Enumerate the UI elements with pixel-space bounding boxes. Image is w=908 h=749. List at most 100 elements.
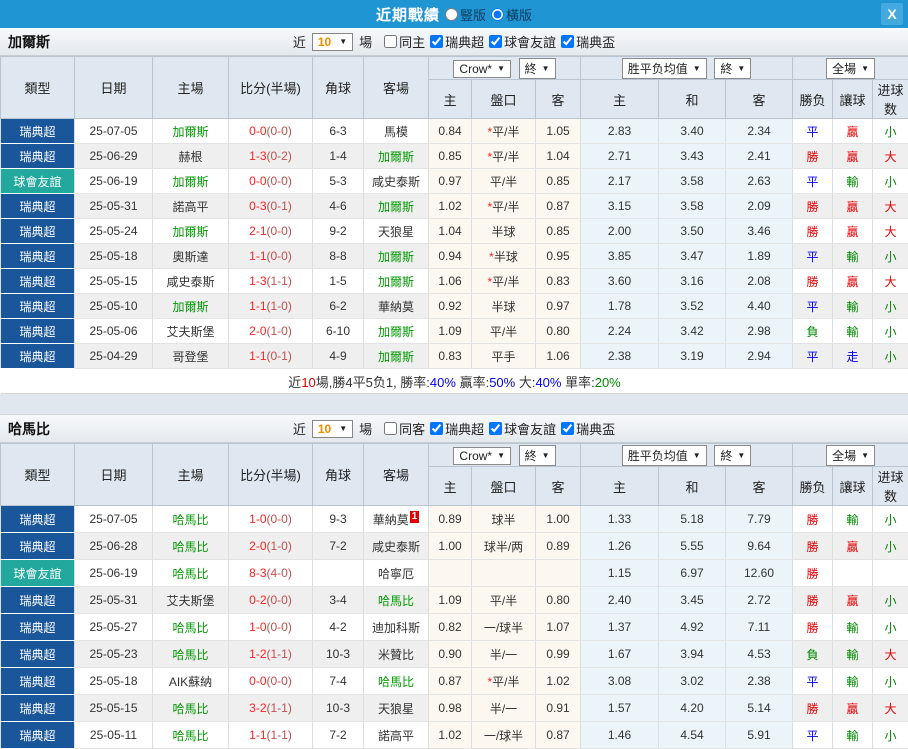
corner-score: 6-3 bbox=[312, 118, 364, 144]
match-count-select-2[interactable]: 10 ▼ bbox=[311, 419, 354, 438]
chevron-down-icon: ▼ bbox=[861, 450, 869, 460]
avg-draw: 3.58 bbox=[658, 193, 726, 219]
col-type: 類型 bbox=[0, 443, 75, 506]
handicap-result: 贏 bbox=[832, 586, 874, 614]
match-score: 1-3(1-1) bbox=[228, 268, 313, 294]
avg-draw: 3.58 bbox=[658, 168, 726, 194]
handicap-result: 贏 bbox=[832, 193, 874, 219]
horizontal-layout-radio[interactable] bbox=[491, 7, 504, 21]
league-badge: 瑞典超 bbox=[0, 293, 75, 319]
avg-away: 2.63 bbox=[724, 168, 794, 194]
col-corner: 角球 bbox=[312, 56, 364, 119]
team2-filters: 近 10 ▼ 場 同客 瑞典超 球會友誼 瑞典盃 bbox=[293, 419, 615, 438]
odds-away: 1.04 bbox=[535, 143, 581, 169]
goals-result: 大 bbox=[872, 640, 908, 668]
same-away-filter[interactable]: 同客 bbox=[380, 419, 425, 438]
corner-score: 4-2 bbox=[312, 613, 364, 641]
mean-time-select-2[interactable]: 終 ▼ bbox=[714, 444, 752, 466]
same-away-checkbox[interactable] bbox=[384, 422, 398, 435]
league-filter-cup-2[interactable]: 瑞典盃 bbox=[557, 419, 615, 438]
scope-select[interactable]: 全場 ▼ bbox=[826, 57, 875, 79]
match-count-select[interactable]: 10 ▼ bbox=[311, 32, 354, 51]
bookmaker-select[interactable]: Crow* ▼ bbox=[453, 59, 512, 78]
cup-checkbox[interactable] bbox=[561, 35, 575, 48]
league-filter-friendly-2[interactable]: 球會友誼 bbox=[485, 419, 556, 438]
star-icon: * bbox=[487, 124, 493, 139]
odds-home: 0.84 bbox=[428, 118, 472, 144]
avg-draw: 3.52 bbox=[658, 293, 726, 319]
league-filter-friendly[interactable]: 球會友誼 bbox=[485, 32, 556, 51]
odds-away: 1.06 bbox=[535, 343, 581, 369]
handicap-result bbox=[832, 559, 874, 587]
match-date: 25-05-18 bbox=[74, 667, 153, 695]
mean-type-select[interactable]: 胜平负均值 ▼ bbox=[621, 57, 707, 79]
goals-result bbox=[872, 559, 908, 587]
match-date: 25-05-15 bbox=[74, 694, 153, 722]
odds-away: 0.95 bbox=[535, 243, 581, 269]
avg-draw: 4.20 bbox=[658, 694, 726, 722]
away-team: 加爾斯 bbox=[363, 343, 429, 369]
avg-away: 2.94 bbox=[724, 343, 794, 369]
same-home-checkbox[interactable] bbox=[384, 35, 398, 48]
scope-select-2[interactable]: 全場 ▼ bbox=[826, 444, 875, 466]
home-team: 諾高平 bbox=[152, 193, 229, 219]
friendly-checkbox-2[interactable] bbox=[489, 422, 503, 435]
same-home-filter[interactable]: 同主 bbox=[380, 32, 425, 51]
avg-home: 2.40 bbox=[580, 586, 659, 614]
section-header-team2: 哈馬比 近 10 ▼ 場 同客 瑞典超 球會友誼 瑞典盃 bbox=[0, 415, 908, 443]
odds-time-select[interactable]: 終 ▼ bbox=[518, 57, 556, 79]
handicap-line: 平/半 bbox=[471, 318, 536, 344]
away-team: 哈馬比 bbox=[363, 667, 429, 695]
home-team: 加爾斯 bbox=[152, 218, 229, 244]
odds-time-select-2[interactable]: 終 ▼ bbox=[518, 444, 556, 466]
goals-result: 小 bbox=[872, 505, 908, 533]
vertical-layout-label: 豎版 bbox=[459, 7, 486, 23]
handicap-line: 平手 bbox=[471, 343, 536, 369]
odds-home: 1.09 bbox=[428, 586, 472, 614]
league-filter-cup[interactable]: 瑞典盃 bbox=[557, 32, 615, 51]
match-row: 瑞典超 25-05-23 哈馬比 1-2(1-1) 10-3 米贊比 0.90 半/一 0.99… bbox=[0, 640, 908, 668]
avg-draw: 3.94 bbox=[658, 640, 726, 668]
league-filter-allsvenskan-2[interactable]: 瑞典超 bbox=[426, 419, 484, 438]
match-row: 瑞典超 25-06-29 赫根 1-3(0-2) 1-4 加爾斯 0.85 *平/半 1.04 2… bbox=[0, 143, 908, 169]
away-team: 迪加科斯 bbox=[363, 613, 429, 641]
league-badge: 球會友誼 bbox=[0, 559, 75, 587]
league-badge: 瑞典超 bbox=[0, 694, 75, 722]
match-row: 瑞典超 25-06-28 哈馬比 2-0(1-0) 7-2 咸史泰斯 1.00 球半/两 0.8… bbox=[0, 532, 908, 560]
corner-score: 7-2 bbox=[312, 721, 364, 749]
home-team: 加爾斯 bbox=[152, 118, 229, 144]
league-filter-allsvenskan[interactable]: 瑞典超 bbox=[426, 32, 484, 51]
outcome-result: 勝 bbox=[792, 532, 834, 560]
allsvenskan-checkbox-2[interactable] bbox=[430, 422, 444, 435]
layout-option-vertical[interactable]: 豎版 bbox=[444, 5, 486, 24]
odds-home: 0.82 bbox=[428, 613, 472, 641]
match-date: 25-05-27 bbox=[74, 613, 153, 641]
avg-home: 1.37 bbox=[580, 613, 659, 641]
handicap-result: 贏 bbox=[832, 694, 874, 722]
match-date: 25-06-19 bbox=[74, 168, 153, 194]
allsvenskan-checkbox[interactable] bbox=[430, 35, 444, 48]
odds-away: 0.80 bbox=[535, 586, 581, 614]
vertical-layout-radio[interactable] bbox=[444, 7, 458, 21]
home-team: 艾夫斯堡 bbox=[152, 586, 229, 614]
bookmaker-select-2[interactable]: Crow* ▼ bbox=[453, 446, 512, 465]
mean-time-select[interactable]: 終 ▼ bbox=[714, 57, 752, 79]
goals-result: 小 bbox=[872, 168, 908, 194]
mean-type-select-2[interactable]: 胜平负均值 ▼ bbox=[621, 444, 707, 466]
goals-result: 小 bbox=[872, 318, 908, 344]
chevron-down-icon: ▼ bbox=[497, 64, 506, 73]
match-score: 1-0(0-0) bbox=[228, 505, 313, 533]
team1-name: 加爾斯 bbox=[8, 33, 50, 50]
outcome-result: 勝 bbox=[792, 613, 834, 641]
league-badge: 瑞典超 bbox=[0, 268, 75, 294]
match-date: 25-05-31 bbox=[74, 193, 153, 219]
match-row: 瑞典超 25-05-31 諾高平 0-3(0-1) 4-6 加爾斯 1.02 *平/半 0.87… bbox=[0, 193, 908, 219]
chevron-down-icon: ▼ bbox=[339, 424, 348, 433]
friendly-checkbox[interactable] bbox=[489, 35, 503, 48]
cup-checkbox-2[interactable] bbox=[561, 422, 575, 435]
team2-name: 哈馬比 bbox=[8, 420, 50, 437]
close-button[interactable]: X bbox=[881, 3, 903, 25]
odds-away: 1.02 bbox=[535, 667, 581, 695]
match-date: 25-04-29 bbox=[74, 343, 153, 369]
layout-option-horizontal[interactable]: 橫版 bbox=[491, 5, 532, 24]
